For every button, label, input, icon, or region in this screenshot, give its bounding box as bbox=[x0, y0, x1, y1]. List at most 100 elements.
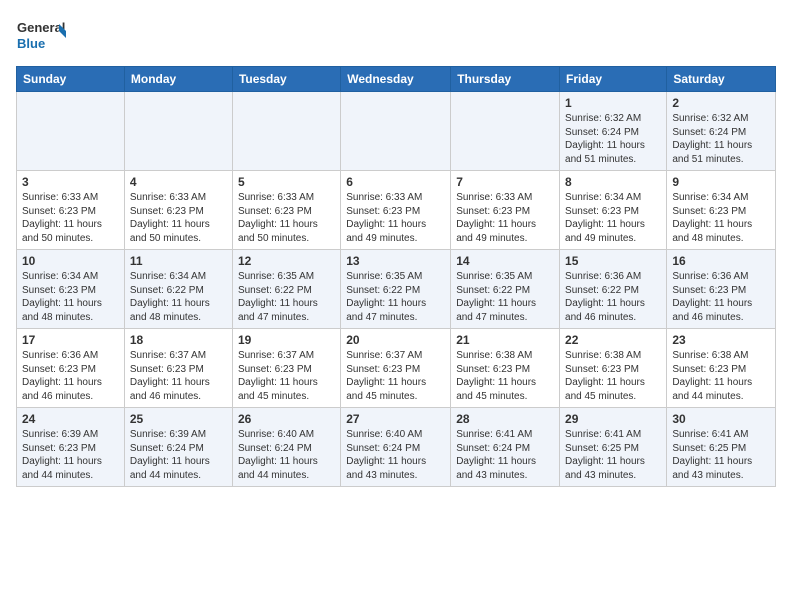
day-number: 7 bbox=[456, 175, 554, 189]
day-number: 6 bbox=[346, 175, 445, 189]
calendar-cell-w1-d4 bbox=[341, 92, 451, 171]
day-info: Sunrise: 6:34 AM Sunset: 6:23 PM Dayligh… bbox=[22, 270, 119, 324]
day-number: 11 bbox=[130, 254, 227, 268]
svg-text:General: General bbox=[17, 20, 65, 35]
day-info: Sunrise: 6:33 AM Sunset: 6:23 PM Dayligh… bbox=[130, 191, 227, 245]
svg-text:Blue: Blue bbox=[17, 36, 45, 51]
header-sunday: Sunday bbox=[17, 67, 125, 92]
day-info: Sunrise: 6:33 AM Sunset: 6:23 PM Dayligh… bbox=[22, 191, 119, 245]
calendar-cell-w2-d5: 7Sunrise: 6:33 AM Sunset: 6:23 PM Daylig… bbox=[451, 171, 560, 250]
day-number: 23 bbox=[672, 333, 770, 347]
logo: General Blue bbox=[16, 14, 66, 58]
day-info: Sunrise: 6:33 AM Sunset: 6:23 PM Dayligh… bbox=[346, 191, 445, 245]
day-number: 3 bbox=[22, 175, 119, 189]
day-number: 21 bbox=[456, 333, 554, 347]
day-info: Sunrise: 6:40 AM Sunset: 6:24 PM Dayligh… bbox=[238, 428, 335, 482]
day-info: Sunrise: 6:40 AM Sunset: 6:24 PM Dayligh… bbox=[346, 428, 445, 482]
calendar-cell-w3-d7: 16 Sunrise: 6:36 AM Sunset: 6:23 PM Dayli… bbox=[667, 250, 776, 329]
calendar-cell-w1-d1 bbox=[17, 92, 125, 171]
calendar-cell-w1-d7: 2 Sunrise: 6:32 AM Sunset: 6:24 PM Daylig… bbox=[667, 92, 776, 171]
week-row-3: 10 Sunrise: 6:34 AM Sunset: 6:23 PM Dayli… bbox=[17, 250, 776, 329]
day-info: Sunrise: 6:32 AM Sunset: 6:24 PM Dayligh… bbox=[672, 112, 770, 166]
calendar-header-row: SundayMondayTuesdayWednesdayThursdayFrid… bbox=[17, 67, 776, 92]
header-tuesday: Tuesday bbox=[232, 67, 340, 92]
day-info: Sunrise: 6:33 AM Sunset: 6:23 PM Dayligh… bbox=[238, 191, 335, 245]
day-info: Sunrise: 6:32 AM Sunset: 6:24 PM Dayligh… bbox=[565, 112, 661, 166]
calendar-cell-w5-d7: 30Sunrise: 6:41 AM Sunset: 6:25 PM Dayli… bbox=[667, 408, 776, 487]
day-number: 26 bbox=[238, 412, 335, 426]
day-info: Sunrise: 6:39 AM Sunset: 6:24 PM Dayligh… bbox=[130, 428, 227, 482]
day-info: Sunrise: 6:35 AM Sunset: 6:22 PM Dayligh… bbox=[456, 270, 554, 324]
day-number: 15 bbox=[565, 254, 661, 268]
day-number: 12 bbox=[238, 254, 335, 268]
calendar-cell-w3-d4: 13 Sunrise: 6:35 AM Sunset: 6:22 PM Dayli… bbox=[341, 250, 451, 329]
calendar-table: SundayMondayTuesdayWednesdayThursdayFrid… bbox=[16, 66, 776, 487]
day-number: 18 bbox=[130, 333, 227, 347]
page: General Blue SundayMondayTuesdayWednesda… bbox=[0, 0, 792, 503]
header-friday: Friday bbox=[560, 67, 667, 92]
calendar-cell-w4-d2: 18 Sunrise: 6:37 AM Sunset: 6:23 PM Dayli… bbox=[124, 329, 232, 408]
day-info: Sunrise: 6:37 AM Sunset: 6:23 PM Dayligh… bbox=[346, 349, 445, 403]
calendar-cell-w5-d4: 27 Sunrise: 6:40 AM Sunset: 6:24 PM Dayli… bbox=[341, 408, 451, 487]
calendar-cell-w4-d6: 22Sunrise: 6:38 AM Sunset: 6:23 PM Dayli… bbox=[560, 329, 667, 408]
calendar-cell-w3-d1: 10 Sunrise: 6:34 AM Sunset: 6:23 PM Dayli… bbox=[17, 250, 125, 329]
day-number: 10 bbox=[22, 254, 119, 268]
day-info: Sunrise: 6:35 AM Sunset: 6:22 PM Dayligh… bbox=[346, 270, 445, 324]
day-info: Sunrise: 6:36 AM Sunset: 6:23 PM Dayligh… bbox=[672, 270, 770, 324]
calendar-cell-w2-d2: 4 Sunrise: 6:33 AM Sunset: 6:23 PM Daylig… bbox=[124, 171, 232, 250]
day-number: 22 bbox=[565, 333, 661, 347]
day-info: Sunrise: 6:39 AM Sunset: 6:23 PM Dayligh… bbox=[22, 428, 119, 482]
calendar-cell-w4-d7: 23 Sunrise: 6:38 AM Sunset: 6:23 PM Dayli… bbox=[667, 329, 776, 408]
calendar-cell-w3-d3: 12Sunrise: 6:35 AM Sunset: 6:22 PM Dayli… bbox=[232, 250, 340, 329]
week-row-5: 24Sunrise: 6:39 AM Sunset: 6:23 PM Dayli… bbox=[17, 408, 776, 487]
day-number: 25 bbox=[130, 412, 227, 426]
calendar-cell-w3-d5: 14 Sunrise: 6:35 AM Sunset: 6:22 PM Dayli… bbox=[451, 250, 560, 329]
day-number: 2 bbox=[672, 96, 770, 110]
calendar-cell-w4-d3: 19 Sunrise: 6:37 AM Sunset: 6:23 PM Dayli… bbox=[232, 329, 340, 408]
day-info: Sunrise: 6:38 AM Sunset: 6:23 PM Dayligh… bbox=[672, 349, 770, 403]
logo-svg: General Blue bbox=[16, 14, 66, 58]
calendar-cell-w5-d1: 24Sunrise: 6:39 AM Sunset: 6:23 PM Dayli… bbox=[17, 408, 125, 487]
day-number: 13 bbox=[346, 254, 445, 268]
day-number: 27 bbox=[346, 412, 445, 426]
calendar-cell-w5-d3: 26 Sunrise: 6:40 AM Sunset: 6:24 PM Dayli… bbox=[232, 408, 340, 487]
day-info: Sunrise: 6:37 AM Sunset: 6:23 PM Dayligh… bbox=[130, 349, 227, 403]
calendar-cell-w1-d5 bbox=[451, 92, 560, 171]
calendar-cell-w4-d5: 21 Sunrise: 6:38 AM Sunset: 6:23 PM Dayli… bbox=[451, 329, 560, 408]
calendar-cell-w2-d6: 8Sunrise: 6:34 AM Sunset: 6:23 PM Daylig… bbox=[560, 171, 667, 250]
week-row-2: 3 Sunrise: 6:33 AM Sunset: 6:23 PM Daylig… bbox=[17, 171, 776, 250]
calendar-cell-w1-d6: 1 Sunrise: 6:32 AM Sunset: 6:24 PM Daylig… bbox=[560, 92, 667, 171]
calendar-cell-w5-d5: 28Sunrise: 6:41 AM Sunset: 6:24 PM Dayli… bbox=[451, 408, 560, 487]
calendar-cell-w3-d6: 15 Sunrise: 6:36 AM Sunset: 6:22 PM Dayli… bbox=[560, 250, 667, 329]
day-info: Sunrise: 6:36 AM Sunset: 6:22 PM Dayligh… bbox=[565, 270, 661, 324]
day-info: Sunrise: 6:41 AM Sunset: 6:25 PM Dayligh… bbox=[565, 428, 661, 482]
day-info: Sunrise: 6:36 AM Sunset: 6:23 PM Dayligh… bbox=[22, 349, 119, 403]
day-info: Sunrise: 6:34 AM Sunset: 6:23 PM Dayligh… bbox=[565, 191, 661, 245]
day-info: Sunrise: 6:34 AM Sunset: 6:23 PM Dayligh… bbox=[672, 191, 770, 245]
day-number: 28 bbox=[456, 412, 554, 426]
header-saturday: Saturday bbox=[667, 67, 776, 92]
day-number: 17 bbox=[22, 333, 119, 347]
day-number: 20 bbox=[346, 333, 445, 347]
day-info: Sunrise: 6:38 AM Sunset: 6:23 PM Dayligh… bbox=[456, 349, 554, 403]
calendar-cell-w4-d4: 20 Sunrise: 6:37 AM Sunset: 6:23 PM Dayli… bbox=[341, 329, 451, 408]
calendar-cell-w1-d3 bbox=[232, 92, 340, 171]
week-row-4: 17 Sunrise: 6:36 AM Sunset: 6:23 PM Dayli… bbox=[17, 329, 776, 408]
calendar-cell-w2-d7: 9Sunrise: 6:34 AM Sunset: 6:23 PM Daylig… bbox=[667, 171, 776, 250]
header-monday: Monday bbox=[124, 67, 232, 92]
day-number: 14 bbox=[456, 254, 554, 268]
day-number: 19 bbox=[238, 333, 335, 347]
day-number: 4 bbox=[130, 175, 227, 189]
day-number: 16 bbox=[672, 254, 770, 268]
calendar-cell-w3-d2: 11 Sunrise: 6:34 AM Sunset: 6:22 PM Dayli… bbox=[124, 250, 232, 329]
calendar-cell-w5-d6: 29 Sunrise: 6:41 AM Sunset: 6:25 PM Dayli… bbox=[560, 408, 667, 487]
day-info: Sunrise: 6:34 AM Sunset: 6:22 PM Dayligh… bbox=[130, 270, 227, 324]
header: General Blue bbox=[16, 10, 776, 58]
day-number: 29 bbox=[565, 412, 661, 426]
calendar-cell-w2-d4: 6 Sunrise: 6:33 AM Sunset: 6:23 PM Daylig… bbox=[341, 171, 451, 250]
header-wednesday: Wednesday bbox=[341, 67, 451, 92]
day-info: Sunrise: 6:37 AM Sunset: 6:23 PM Dayligh… bbox=[238, 349, 335, 403]
day-number: 1 bbox=[565, 96, 661, 110]
calendar-cell-w2-d1: 3 Sunrise: 6:33 AM Sunset: 6:23 PM Daylig… bbox=[17, 171, 125, 250]
day-number: 30 bbox=[672, 412, 770, 426]
